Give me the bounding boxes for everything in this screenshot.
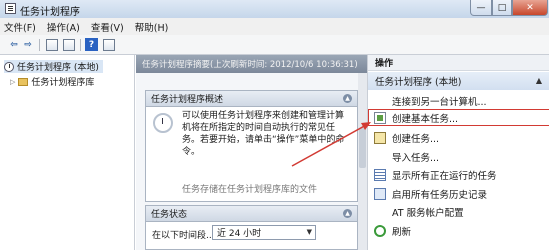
toolbar: ⇦ ⇨ ? [0,35,549,55]
menu-view[interactable]: 查看(V) [91,20,124,34]
action-label: AT 服务帐户配置 [392,207,464,219]
list-icon [374,168,386,181]
collapse-arrow-icon[interactable]: ▲ [536,76,542,85]
overview-trailing-text: 任务存储在任务计划程序库的文件 [182,185,318,195]
show-action-pane-icon[interactable] [103,39,115,51]
window-title: 任务计划程序 [20,7,80,18]
overview-section: 任务计划程序概述 ▲ 可以使用任务计划程序来创建和管理计算机将在所指定的时间自动… [145,90,358,202]
action-connect-computer[interactable]: 连接到另一台计算机... [368,92,549,109]
close-button[interactable]: ✕ [512,0,548,16]
expand-arrow-icon[interactable]: ▷ [10,78,15,86]
actions-group-header[interactable]: 任务计划程序 (本地) ▲ [368,72,549,90]
action-label: 连接到另一台计算机... [392,96,487,108]
action-label: 启用所有任务历史记录 [392,189,488,201]
action-refresh[interactable]: 刷新 [368,222,549,239]
collapse-icon[interactable]: ▲ [343,209,352,218]
status-section-header[interactable]: 任务状态 ▲ [146,206,357,222]
time-period-label: 在以下时间段... [152,231,215,241]
actions-title: 操作 [368,55,549,71]
tree-item-label: 任务计划程序 (本地) [17,63,99,73]
clock-icon [153,113,173,133]
actions-pane: 操作 任务计划程序 (本地) ▲ 连接到另一台计算机... 创建基本任务... … [367,55,549,250]
folder-icon [18,77,29,86]
actions-group-label: 任务计划程序 (本地) [375,77,462,88]
overview-text: 可以使用任务计划程序来创建和管理计算机将在所指定的时间自动执行的常见任务。若要开… [182,111,345,157]
navigation-tree: 任务计划程序 (本地) ▷ 任务计划程序库 [0,55,135,250]
menu-help[interactable]: 帮助(H) [135,20,169,34]
time-period-select[interactable]: 近 24 小时 ▼ [212,225,316,240]
action-enable-history[interactable]: 启用所有任务历史记录 [368,185,549,202]
action-show-running-tasks[interactable]: 显示所有正在运行的任务 [368,166,549,183]
action-label: 刷新 [392,226,412,238]
tree-item-label: 任务计划程序库 [31,78,95,88]
action-import-task[interactable]: 导入任务... [368,148,549,165]
minimize-button[interactable]: — [470,0,492,16]
action-label: 创建基本任务... [392,113,459,125]
tree-item-task-library[interactable]: ▷ 任务计划程序库 [10,75,94,88]
tree-item-scheduler-local[interactable]: 任务计划程序 (本地) [4,60,103,73]
chevron-down-icon: ▼ [306,228,312,236]
maximize-button[interactable]: □ [492,0,512,16]
summary-panel: 任务计划程序摘要(上次刷新时间: 2012/10/6 10:36:31) 任务计… [136,55,367,250]
create-task-icon [374,131,386,144]
overview-title: 任务计划程序概述 [151,95,224,105]
back-arrow-icon[interactable]: ⇦ [8,38,20,52]
action-label: 显示所有正在运行的任务 [392,170,497,182]
summary-header: 任务计划程序摘要(上次刷新时间: 2012/10/6 10:36:31) [136,55,367,73]
action-create-basic-task[interactable]: 创建基本任务... [368,109,549,126]
toolbar-separator [39,39,40,51]
scrollbar-thumb[interactable] [359,128,366,168]
menu-file[interactable]: 文件(F) [4,20,36,34]
title-bar: 任务计划程序 — □ ✕ [0,0,549,18]
action-create-task[interactable]: 创建任务... [368,129,549,146]
show-hide-tree-icon[interactable] [46,39,58,51]
menu-action[interactable]: 操作(A) [47,20,80,34]
action-label: 创建任务... [392,133,440,145]
refresh-icon [374,224,386,237]
select-value: 近 24 小时 [217,229,262,239]
menu-bar: 文件(F) 操作(A) 查看(V) 帮助(H) [0,18,549,35]
toolbar-separator [80,39,81,51]
task-status-section: 任务状态 ▲ 在以下时间段... 近 24 小时 ▼ [145,205,358,250]
action-at-service-config[interactable]: AT 服务帐户配置 [368,203,549,220]
properties-icon[interactable] [63,39,75,51]
help-icon[interactable]: ? [85,38,98,51]
history-icon [374,187,386,200]
scrollbar[interactable] [358,73,367,250]
app-icon [5,3,16,14]
forward-arrow-icon[interactable]: ⇨ [22,38,34,52]
overview-section-header[interactable]: 任务计划程序概述 ▲ [146,91,357,107]
wizard-icon [374,111,386,124]
status-title: 任务状态 [151,210,188,220]
action-label: 导入任务... [392,152,440,164]
collapse-icon[interactable]: ▲ [343,94,352,103]
clock-icon [4,61,14,72]
